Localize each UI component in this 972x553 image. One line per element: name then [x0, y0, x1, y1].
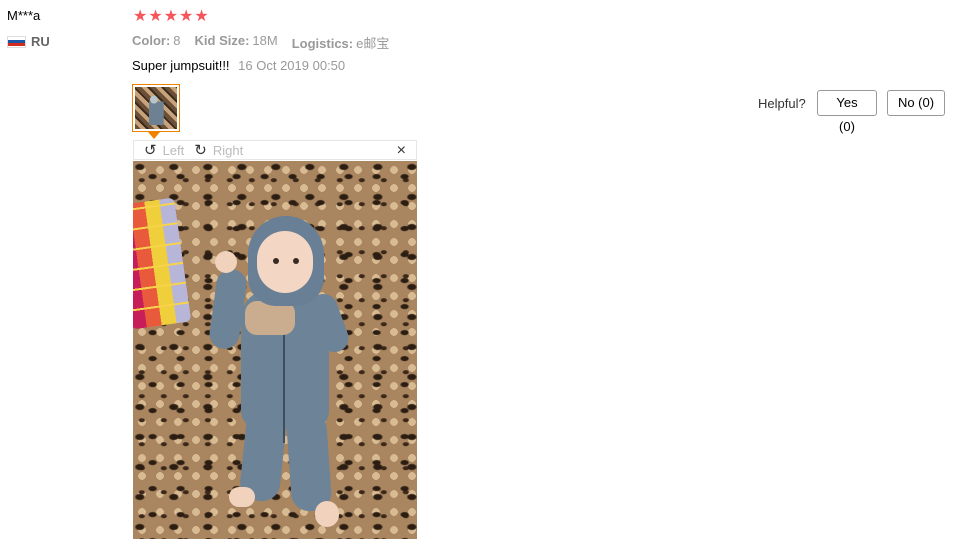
baby-face [257, 231, 313, 293]
property-logistics: Logistics: e邮宝 [292, 33, 390, 52]
property-kid-size: Kid Size: 18M [195, 33, 278, 52]
property-value: e邮宝 [356, 36, 390, 51]
helpful-yes-button[interactable]: Yes (0) [817, 90, 877, 134]
rotate-right-button[interactable]: Right [213, 143, 243, 158]
helpful-no-button[interactable]: No (0) [887, 90, 945, 116]
thumbnail-image [135, 87, 177, 129]
baby-hand [215, 251, 237, 273]
pillow-shape [133, 197, 192, 330]
property-key: Color: [132, 33, 171, 48]
thumbnail-caret-icon [148, 132, 160, 139]
baby-patch [245, 301, 295, 335]
star-icon: ★ [133, 8, 148, 25]
baby-foot [315, 501, 339, 527]
photo-viewer-toolbar: ↺ Left ↻ Right × [133, 140, 417, 160]
property-key: Kid Size: [194, 33, 250, 48]
star-icon: ★ [179, 8, 194, 25]
baby-eye [273, 258, 279, 264]
product-properties: Color: 8 Kid Size: 18M Logistics: e邮宝 [132, 33, 389, 52]
close-icon[interactable]: × [397, 142, 406, 160]
baby-foot [229, 487, 255, 507]
comment-text: Super jumpsuit!!! [132, 58, 230, 73]
helpful-label: Helpful? [758, 96, 806, 111]
star-icon: ★ [163, 8, 179, 25]
property-key: Logistics: [291, 36, 354, 51]
review-date: 16 Oct 2019 00:50 [238, 58, 346, 73]
property-value: 8 [173, 33, 181, 48]
country-code: RU [31, 34, 50, 49]
russia-flag-icon [7, 35, 26, 48]
photo-viewer: ↺ Left ↻ Right × [133, 140, 417, 540]
star-icon: ★ [194, 8, 209, 25]
star-rating: ★ ★ ★ ★ ★ [133, 9, 209, 25]
rotate-left-button[interactable]: Left [163, 143, 185, 158]
review-comment: Super jumpsuit!!! 16 Oct 2019 00:50 [132, 58, 345, 73]
reviewer-country: RU [7, 34, 50, 49]
property-color: Color: 8 [132, 33, 181, 52]
baby-eye [293, 258, 299, 264]
review-item: M***a RU ★ ★ ★ ★ ★ Color: 8 Kid Size: 18M … [0, 0, 972, 553]
review-photo-thumbnail[interactable] [132, 84, 180, 132]
rotate-right-icon[interactable]: ↻ [194, 143, 207, 158]
property-value: 18M [252, 33, 278, 48]
rotate-left-icon[interactable]: ↺ [144, 143, 157, 158]
star-icon: ★ [148, 8, 163, 25]
review-photo [133, 161, 417, 539]
reviewer-name: M***a [7, 8, 41, 23]
